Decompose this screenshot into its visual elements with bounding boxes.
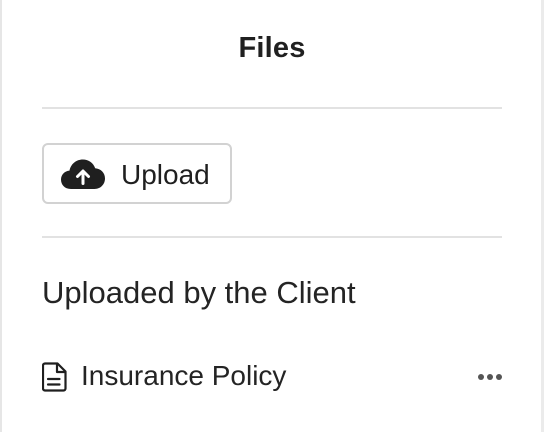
file-list-item[interactable]: Insurance Policy [42,355,508,399]
file-name[interactable]: Insurance Policy [81,360,286,392]
panel-title: Files [238,32,306,64]
upload-button[interactable]: Upload [42,143,232,204]
divider [42,236,502,238]
upload-button-label: Upload [121,159,210,190]
document-icon [42,362,67,392]
section-heading: Uploaded by the Client [42,275,356,310]
cloud-upload-icon [61,159,105,189]
files-panel: Files Upload Uploaded by the Client Insu… [0,0,544,432]
divider [42,107,502,109]
more-horizontal-icon[interactable] [476,365,504,389]
